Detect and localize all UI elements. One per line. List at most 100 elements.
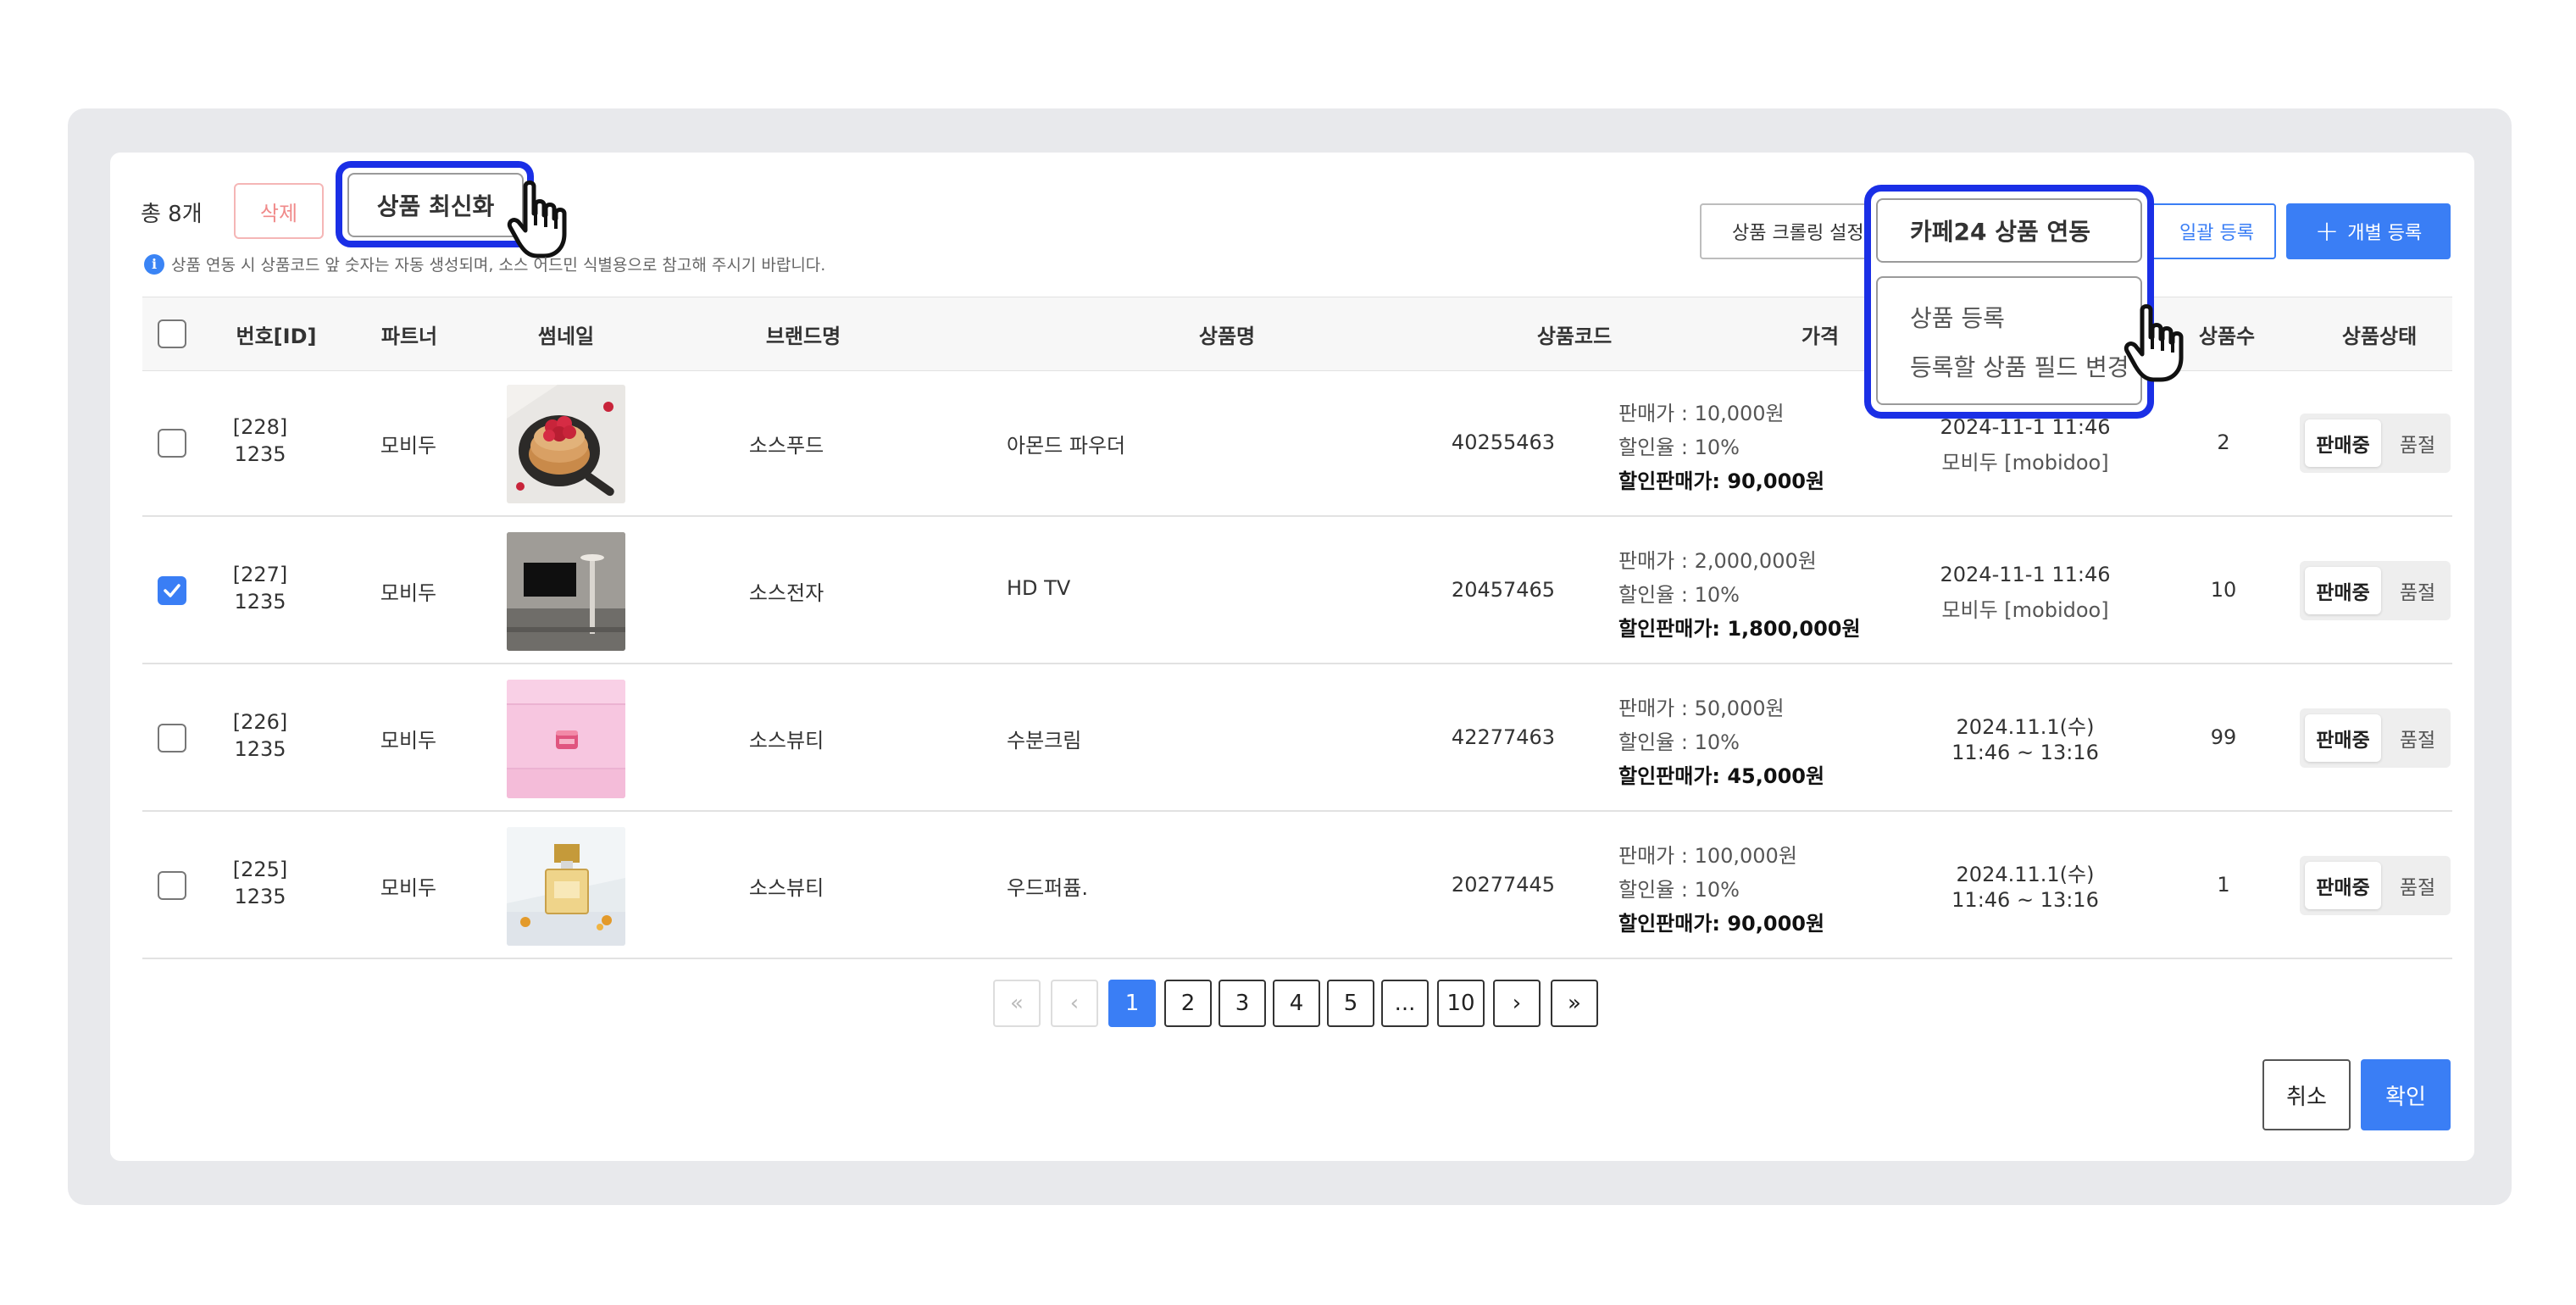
row-product-code: 40255463 — [1451, 430, 1556, 454]
row-id: [225] — [232, 858, 288, 881]
menu-item-register-product[interactable]: 상품 등록 — [1910, 300, 2005, 334]
col-id: 번호[ID] — [236, 324, 317, 348]
status-on-sale[interactable]: 판매중 — [2305, 419, 2381, 467]
refresh-products-button[interactable]: 상품 최신화 — [347, 173, 524, 237]
row-brand: 소스푸드 — [748, 434, 824, 458]
row-registrant: 모비두 [mobidoo] — [1941, 451, 2109, 475]
row-quantity: 99 — [2210, 725, 2237, 749]
status-toggle[interactable]: 판매중 품절 — [2300, 561, 2451, 620]
prev-page-button[interactable]: ‹ — [1051, 980, 1098, 1027]
page-1-button[interactable]: 1 — [1108, 980, 1156, 1027]
row-date: 2024.11.1(수) — [1956, 715, 2095, 739]
row-checkbox[interactable] — [158, 871, 186, 900]
row-checkbox[interactable] — [158, 429, 186, 458]
select-all-checkbox[interactable] — [158, 319, 186, 348]
single-register-button[interactable]: + 개별 등록 — [2286, 203, 2451, 259]
cancel-button[interactable]: 취소 — [2262, 1059, 2351, 1130]
row-discount: 할인율 : 10% — [1618, 878, 1740, 902]
row-price: 판매가 : 10,000원 — [1618, 402, 1785, 425]
status-on-sale[interactable]: 판매중 — [2305, 862, 2381, 909]
row-brand: 소스뷰티 — [748, 729, 824, 752]
pointer-hand-icon — [507, 180, 567, 258]
status-toggle[interactable]: 판매중 품절 — [2300, 414, 2451, 473]
table-row[interactable]: [225] 1235 모비두 소스뷰티 우드퍼퓸. 20277445 판매가 :… — [142, 812, 2452, 959]
row-partner: 모비두 — [380, 876, 437, 900]
row-quantity: 2 — [2217, 430, 2230, 454]
cafe24-dropdown-menu: 상품 등록 등록할 상품 필드 변경 — [1876, 276, 2142, 405]
row-checkbox[interactable] — [158, 724, 186, 752]
page-2-button[interactable]: 2 — [1164, 980, 1212, 1027]
row-partner: 모비두 — [380, 729, 437, 752]
status-on-sale[interactable]: 판매중 — [2305, 714, 2381, 762]
row-id: [228] — [232, 415, 288, 439]
page-ellipsis: ... — [1381, 980, 1429, 1027]
row-sale-price: 할인판매가: 45,000원 — [1618, 764, 1825, 788]
cream-image — [507, 680, 625, 798]
row-registrant: 모비두 [mobidoo] — [1941, 598, 2109, 622]
row-sub-id: 1235 — [234, 885, 286, 908]
col-product-code: 상품코드 — [1536, 324, 1613, 348]
col-thumbnail: 썸네일 — [537, 324, 595, 348]
pointer-hand-icon — [2124, 304, 2184, 382]
row-brand: 소스전자 — [748, 581, 824, 605]
total-count: 총 8개 — [141, 202, 203, 227]
page-10-button[interactable]: 10 — [1437, 980, 1485, 1027]
perfume-image — [507, 827, 625, 946]
row-date: 2024-11-1 11:46 — [1940, 415, 2111, 439]
status-toggle[interactable]: 판매중 품절 — [2300, 856, 2451, 915]
confirm-button[interactable]: 확인 — [2361, 1059, 2451, 1130]
crawl-settings-button[interactable]: 상품 크롤링 설정 — [1700, 203, 1869, 259]
first-page-button[interactable]: « — [993, 980, 1041, 1027]
row-brand: 소스뷰티 — [748, 876, 824, 900]
cafe24-sync-button[interactable]: 카페24 상품 연동 — [1876, 198, 2142, 263]
bulk-register-label: 일괄 등록 — [2179, 223, 2254, 244]
row-date: 2024.11.1(수) — [1956, 863, 2095, 886]
page-5-button[interactable]: 5 — [1327, 980, 1374, 1027]
status-on-sale[interactable]: 판매중 — [2305, 567, 2381, 614]
status-sold-out[interactable]: 품절 — [2390, 567, 2446, 614]
row-discount: 할인율 : 10% — [1618, 436, 1740, 459]
delete-button[interactable]: 삭제 — [234, 183, 324, 239]
row-price: 판매가 : 2,000,000원 — [1618, 549, 1817, 573]
row-sub-id: 1235 — [234, 737, 286, 761]
check-icon — [164, 584, 180, 597]
row-id: [226] — [232, 710, 288, 734]
row-price: 판매가 : 50,000원 — [1618, 697, 1785, 720]
page-3-button[interactable]: 3 — [1219, 980, 1266, 1027]
row-product-name: 우드퍼퓸. — [1007, 876, 1088, 900]
row-discount: 할인율 : 10% — [1618, 583, 1740, 607]
next-page-button[interactable]: › — [1493, 980, 1541, 1027]
row-sale-price: 할인판매가: 90,000원 — [1618, 912, 1825, 936]
row-partner: 모비두 — [380, 581, 437, 605]
col-product-name: 상품명 — [1198, 324, 1256, 348]
row-sub-id: 1235 — [234, 442, 286, 466]
row-product-name: HD TV — [1007, 576, 1071, 600]
row-sub-id: 1235 — [234, 590, 286, 614]
notice-text: i 상품 연동 시 상품코드 앞 숫자는 자동 생성되며, 소스 어드민 식별용… — [144, 253, 825, 275]
status-sold-out[interactable]: 품절 — [2390, 419, 2446, 467]
row-sale-price: 할인판매가: 1,800,000원 — [1618, 617, 1861, 641]
row-date: 2024-11-1 11:46 — [1940, 563, 2111, 586]
row-partner: 모비두 — [380, 434, 437, 458]
info-icon: i — [144, 253, 164, 275]
col-status: 상품상태 — [2341, 324, 2418, 348]
status-sold-out[interactable]: 품절 — [2390, 862, 2446, 909]
table-row[interactable]: [227] 1235 모비두 소스전자 HD TV 20457465 판매가 :… — [142, 517, 2452, 664]
table-row[interactable]: [226] 1235 모비두 소스뷰티 수분크림 42277463 판매가 : … — [142, 664, 2452, 812]
last-page-button[interactable]: » — [1551, 980, 1598, 1027]
status-sold-out[interactable]: 품절 — [2390, 714, 2446, 762]
page-4-button[interactable]: 4 — [1273, 980, 1320, 1027]
row-product-code: 42277463 — [1451, 725, 1556, 749]
row-checkbox[interactable] — [158, 576, 186, 605]
row-product-code: 20277445 — [1451, 873, 1556, 897]
menu-item-change-fields[interactable]: 등록할 상품 필드 변경 — [1910, 349, 2129, 383]
single-register-label: 개별 등록 — [2347, 223, 2423, 244]
row-product-code: 20457465 — [1451, 578, 1556, 602]
col-brand: 브랜드명 — [765, 324, 841, 348]
status-toggle[interactable]: 판매중 품절 — [2300, 708, 2451, 768]
tv-image — [507, 532, 625, 651]
row-quantity: 1 — [2217, 873, 2230, 897]
notice-label: 상품 연동 시 상품코드 앞 숫자는 자동 생성되며, 소스 어드민 식별용으로… — [171, 256, 826, 275]
col-partner: 파트너 — [380, 324, 438, 348]
row-time-range: 11:46 ~ 13:16 — [1951, 741, 2099, 764]
